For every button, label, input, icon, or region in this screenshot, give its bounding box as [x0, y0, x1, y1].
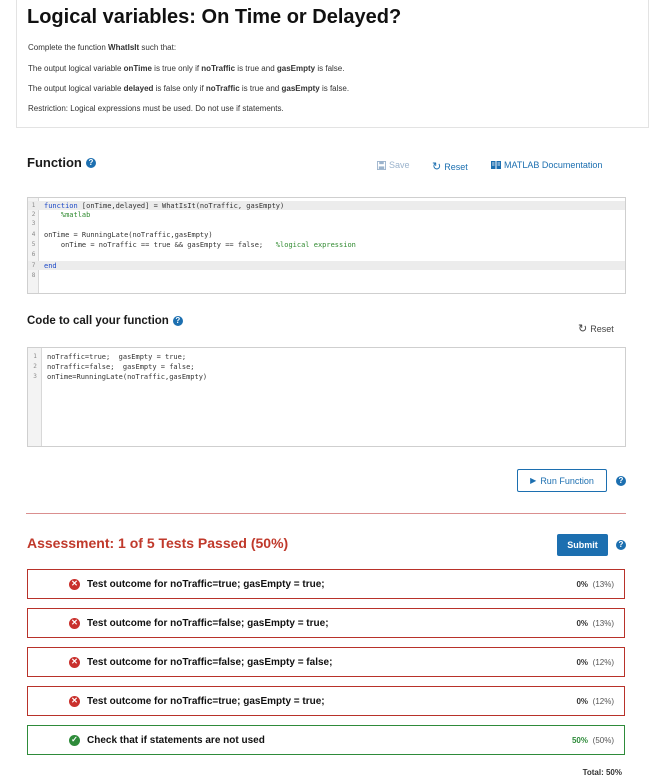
code-line: 7 end: [28, 261, 625, 270]
test-row[interactable]: ✕ Test outcome for noTraffic=false; gasE…: [27, 647, 625, 677]
test-label: Check that if statements are not used: [87, 734, 265, 746]
test-row[interactable]: ✕ Test outcome for noTraffic=false; gasE…: [27, 608, 625, 638]
test-row[interactable]: ✕ Test outcome for noTraffic=true; gasEm…: [27, 686, 625, 716]
call-code-heading: Code to call your function ?: [27, 315, 183, 327]
reset-function-button[interactable]: ↻ Reset: [432, 160, 468, 173]
run-function-button[interactable]: ▶ Run Function: [517, 469, 607, 492]
book-icon: [491, 161, 501, 169]
test-score: 0%: [576, 618, 588, 628]
help-icon[interactable]: ?: [85, 157, 96, 168]
page-title: Logical variables: On Time or Delayed?: [27, 6, 402, 28]
code-line: 8: [31, 272, 36, 279]
restriction-text: Restriction: Logical expressions must be…: [28, 104, 284, 113]
save-icon: [377, 160, 386, 170]
reset-label: Reset: [444, 161, 468, 172]
test-weight: (50%): [592, 735, 614, 745]
code-line: 3: [31, 220, 36, 227]
code-line: 4 onTime = RunningLate(noTraffic,gasEmpty…: [31, 230, 213, 239]
code-line: 3 onTime=RunningLate(noTraffic,gasEmpty): [33, 372, 208, 381]
function-heading-label: Function: [27, 155, 82, 170]
reset-call-button[interactable]: ↻ Reset: [578, 322, 614, 335]
fail-icon: ✕: [69, 695, 80, 707]
function-heading: Function ?: [27, 155, 96, 170]
test-score: 0%: [576, 579, 588, 589]
test-score: 0%: [576, 696, 588, 706]
help-icon[interactable]: ?: [616, 476, 626, 486]
code-line: 6: [31, 251, 36, 258]
test-weight: (13%): [592, 579, 614, 589]
call-code-editor[interactable]: 1 noTraffic=true; gasEmpty = true; 2 noTra…: [27, 347, 626, 447]
test-row[interactable]: ✕ Test outcome for noTraffic=true; gasEm…: [27, 569, 625, 599]
test-label: Test outcome for noTraffic=true; gasEmpt…: [87, 578, 325, 590]
divider: [26, 513, 626, 514]
code-line: 5 onTime = noTraffic == true && gasEmpty…: [31, 240, 356, 249]
fail-icon: ✕: [69, 656, 80, 668]
test-weight: (12%): [592, 657, 614, 667]
test-score: 0%: [576, 657, 588, 667]
code-line: 1 noTraffic=true; gasEmpty = true;: [33, 352, 187, 361]
test-row[interactable]: ✓ Check that if statements are not used …: [27, 725, 625, 755]
help-icon[interactable]: ?: [172, 316, 183, 326]
reset-icon: ↻: [578, 323, 588, 335]
help-icon[interactable]: ?: [616, 540, 626, 550]
code-line: 2 %matlab: [31, 210, 91, 219]
run-function-label: Run Function: [540, 475, 594, 486]
doc-label: MATLAB Documentation: [504, 160, 603, 170]
code-line: 2 noTraffic=false; gasEmpty = false;: [33, 362, 195, 371]
requirement-ontime: The output logical variable onTime is tr…: [28, 64, 345, 73]
call-code-heading-label: Code to call your function: [27, 315, 169, 327]
save-label: Save: [389, 160, 410, 170]
test-weight: (13%): [592, 618, 614, 628]
submit-button[interactable]: Submit: [557, 534, 608, 556]
reset-icon: ↻: [432, 161, 442, 173]
requirement-delayed: The output logical variable delayed is f…: [28, 84, 350, 93]
code-line: 1 function [onTime,delayed] = WhatIsIt(no…: [28, 201, 625, 210]
test-label: Test outcome for noTraffic=true; gasEmpt…: [87, 695, 325, 707]
function-editor[interactable]: 1 function [onTime,delayed] = WhatIsIt(no…: [27, 197, 626, 294]
fail-icon: ✕: [69, 617, 80, 629]
test-label: Test outcome for noTraffic=false; gasEmp…: [87, 617, 329, 629]
check-icon: ✓: [69, 734, 80, 746]
total-score: Total: 50%: [582, 768, 622, 777]
assessment-title: Assessment: 1 of 5 Tests Passed (50%): [27, 535, 289, 551]
fail-icon: ✕: [69, 578, 80, 590]
test-score: 50%: [571, 735, 588, 745]
test-label: Test outcome for noTraffic=false; gasEmp…: [87, 656, 333, 668]
reset-label: Reset: [590, 323, 614, 334]
intro-text: Complete the function WhatIsIt such that…: [28, 43, 177, 52]
play-icon: ▶: [530, 476, 537, 485]
test-weight: (12%): [592, 696, 614, 706]
matlab-documentation-link[interactable]: MATLAB Documentation: [491, 160, 602, 170]
save-button[interactable]: Save: [377, 160, 410, 170]
